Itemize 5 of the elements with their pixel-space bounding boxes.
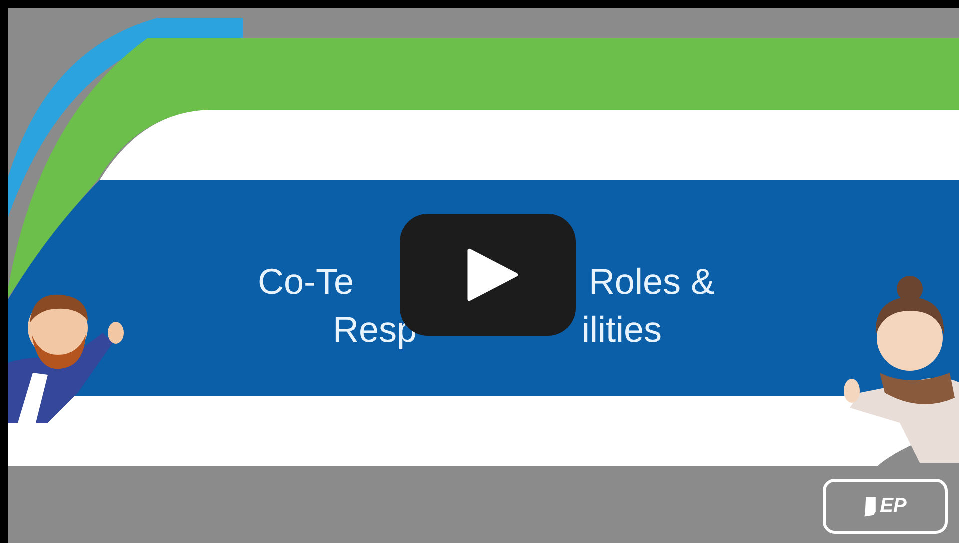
- logo-text: EP: [880, 495, 907, 518]
- slide-title-text: Roles &: [588, 260, 715, 304]
- state-map-icon: [864, 496, 878, 518]
- slide-title-text: Co-Te: [258, 260, 354, 304]
- slide-title-text: ilities: [582, 308, 662, 352]
